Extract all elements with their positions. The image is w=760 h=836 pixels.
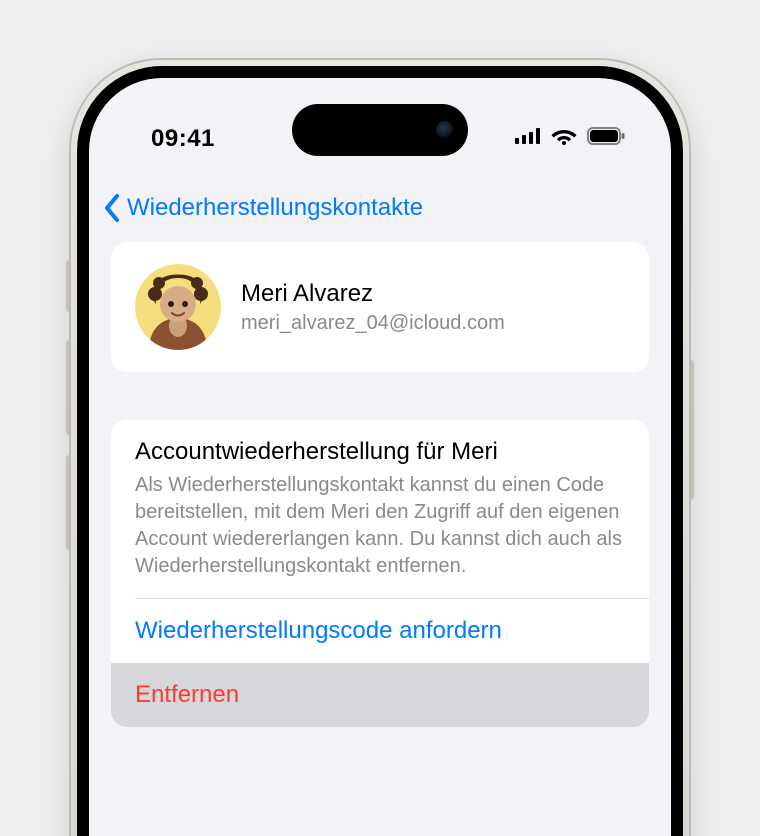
front-camera-icon	[436, 121, 454, 139]
recovery-header: Accountwiederherstellung für Meri Als Wi…	[111, 420, 649, 598]
spacer	[111, 372, 649, 420]
back-button-label: Wiederherstellungskontakte	[127, 194, 423, 222]
recovery-description: Als Wiederherstellungskontakt kannst du …	[135, 472, 625, 580]
wifi-icon	[551, 127, 577, 150]
contact-info: Meri Alvarez meri_alvarez_04@icloud.com	[241, 280, 505, 335]
contact-card: Meri Alvarez meri_alvarez_04@icloud.com	[111, 242, 649, 372]
request-recovery-code-button[interactable]: Wiederherstellungscode anfordern	[111, 599, 649, 663]
contact-email: meri_alvarez_04@icloud.com	[241, 312, 505, 335]
contact-name: Meri Alvarez	[241, 280, 505, 308]
cellular-icon	[515, 128, 541, 149]
screen-content: Meri Alvarez meri_alvarez_04@icloud.com …	[89, 242, 671, 836]
page-background: 09:41	[0, 0, 760, 836]
recovery-title: Accountwiederherstellung für Meri	[135, 438, 625, 466]
iphone-mock: 09:41	[71, 60, 689, 836]
battery-icon	[587, 127, 625, 150]
avatar	[135, 264, 221, 350]
navigation-bar: Wiederherstellungskontakte	[89, 178, 671, 238]
back-button[interactable]: Wiederherstellungskontakte	[101, 193, 423, 223]
status-indicators	[515, 127, 625, 150]
dynamic-island	[292, 104, 468, 156]
recovery-card: Accountwiederherstellung für Meri Als Wi…	[111, 420, 649, 727]
status-time: 09:41	[151, 125, 215, 153]
phone-screen: 09:41	[89, 78, 671, 836]
remove-button[interactable]: Entfernen	[111, 663, 649, 727]
chevron-left-icon	[101, 193, 123, 223]
